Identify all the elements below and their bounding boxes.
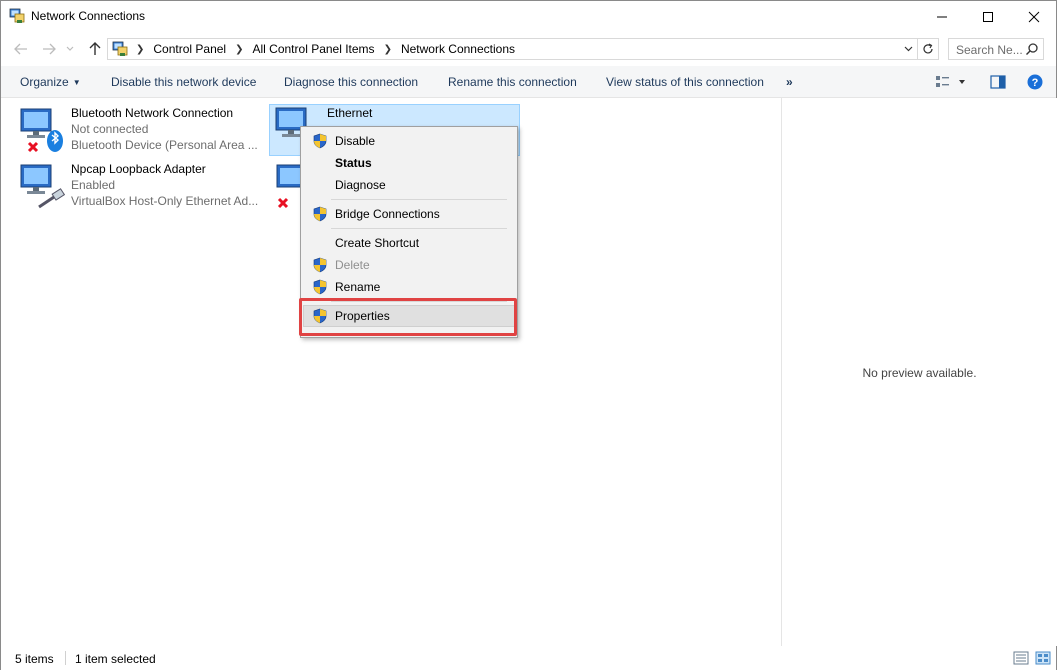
menu-label: Delete: [335, 258, 370, 272]
refresh-icon: [923, 43, 933, 54]
menu-separator: [331, 228, 507, 229]
address-dropdown[interactable]: [901, 42, 915, 56]
search-icon: [1026, 43, 1038, 55]
disable-device-button[interactable]: Disable this network device: [111, 75, 256, 89]
network-adapter-loopback-icon: [20, 164, 65, 209]
menu-item-status[interactable]: Status: [303, 152, 515, 174]
diagnose-connection-button[interactable]: Diagnose this connection: [284, 75, 418, 89]
menu-label: Status: [335, 156, 372, 170]
breadcrumb-control-panel[interactable]: Control Panel: [153, 42, 226, 56]
search-placeholder: Search Ne...: [956, 43, 1023, 57]
organize-button[interactable]: Organize ▼: [20, 75, 81, 89]
menu-separator: [331, 199, 507, 200]
uac-shield-icon: [313, 279, 327, 295]
chevron-down-icon: [66, 46, 74, 51]
menu-item-diagnose[interactable]: Diagnose: [303, 174, 515, 196]
network-connections-icon: [9, 8, 25, 23]
view-options-icon: [936, 76, 965, 87]
details-view-icon[interactable]: [1013, 650, 1029, 666]
item-name: Npcap Loopback Adapter: [71, 162, 206, 176]
more-commands-button[interactable]: »: [786, 75, 793, 89]
title-bar: Network Connections: [1, 1, 1056, 32]
up-button[interactable]: [85, 40, 105, 58]
menu-label: Disable: [335, 134, 376, 148]
control-panel-icon: [112, 41, 128, 56]
breadcrumb-chevron-icon[interactable]: ❯: [235, 44, 243, 55]
breadcrumb-network-connections[interactable]: Network Connections: [401, 42, 515, 56]
large-icons-view-icon[interactable]: [1035, 650, 1051, 666]
up-arrow-icon: [89, 42, 101, 55]
list-item-hidden[interactable]: [269, 161, 308, 213]
status-bar: 5 items 1 item selected: [1, 646, 1056, 670]
close-button[interactable]: [1011, 1, 1057, 32]
back-arrow-icon: [14, 43, 27, 55]
item-count: 5 items: [15, 652, 54, 666]
forward-arrow-icon: [43, 43, 56, 55]
menu-item-delete[interactable]: Delete: [303, 254, 515, 276]
menu-item-disable[interactable]: Disable: [303, 130, 515, 152]
item-status: Not connected: [71, 122, 149, 136]
menu-label: Create Shortcut: [335, 236, 420, 250]
highlight-box: [299, 298, 517, 336]
list-item-bluetooth[interactable]: Bluetooth Network Connection Not connect…: [17, 105, 267, 157]
forward-button[interactable]: [39, 40, 59, 58]
view-status-button[interactable]: View status of this connection: [606, 75, 764, 89]
navigation-bar: ❯ Control Panel ❯ All Control Panel Item…: [1, 34, 1056, 64]
organize-label: Organize: [20, 75, 69, 89]
back-button[interactable]: [11, 40, 31, 58]
maximize-icon: [983, 11, 993, 22]
breadcrumb-chevron-icon[interactable]: ❯: [384, 44, 392, 55]
svg-text:?: ?: [1032, 77, 1039, 89]
menu-item-create-shortcut[interactable]: Create Shortcut: [303, 232, 515, 254]
command-bar: Organize ▼ Disable this network device Di…: [1, 66, 1056, 98]
item-name: Ethernet: [327, 106, 373, 120]
status-divider: [65, 651, 66, 665]
list-item-npcap[interactable]: Npcap Loopback Adapter Enabled VirtualBo…: [17, 161, 267, 213]
refresh-button[interactable]: [918, 38, 939, 60]
breadcrumb-chevron-icon[interactable]: ❯: [136, 44, 144, 55]
uac-shield-icon: [313, 257, 327, 273]
preview-pane-button[interactable]: [988, 73, 1008, 91]
uac-shield-icon: [313, 206, 327, 222]
menu-label: Rename: [335, 280, 381, 294]
breadcrumb: ❯ Control Panel ❯ All Control Panel Item…: [133, 42, 515, 56]
search-box[interactable]: Search Ne...: [948, 38, 1044, 60]
network-adapter-bluetooth-icon: [20, 108, 63, 153]
breadcrumb-all-items[interactable]: All Control Panel Items: [253, 42, 375, 56]
item-name: Bluetooth Network Connection: [71, 106, 234, 120]
network-connections-window: Network Connections ❯ Control Panel ❯ Al…: [0, 0, 1057, 670]
window-title: Network Connections: [31, 9, 146, 23]
caret-down-icon: ▼: [72, 78, 81, 87]
uac-shield-icon: [313, 133, 327, 149]
address-bar[interactable]: ❯ Control Panel ❯ All Control Panel Item…: [107, 38, 918, 60]
help-button[interactable]: ?: [1025, 73, 1045, 91]
selection-count: 1 item selected: [75, 652, 156, 666]
chevron-down-icon: [904, 46, 912, 52]
maximize-button[interactable]: [965, 1, 1011, 32]
preview-pane-icon: [990, 75, 1006, 89]
preview-pane: No preview available.: [781, 98, 1057, 646]
minimize-button[interactable]: [919, 1, 965, 32]
item-status: Enabled: [71, 178, 116, 192]
close-icon: [1028, 11, 1040, 22]
menu-label: Bridge Connections: [335, 207, 440, 221]
menu-item-rename[interactable]: Rename: [303, 276, 515, 298]
menu-label: Diagnose: [335, 178, 386, 192]
help-icon: ?: [1027, 74, 1043, 90]
preview-message: No preview available.: [862, 366, 977, 380]
minimize-icon: [937, 16, 947, 17]
item-device: VirtualBox Host-Only Ethernet Ad...: [71, 194, 259, 208]
item-device: Bluetooth Device (Personal Area ...: [71, 138, 258, 152]
rename-connection-button[interactable]: Rename this connection: [448, 75, 577, 89]
change-view-button[interactable]: [934, 73, 966, 91]
menu-item-bridge[interactable]: Bridge Connections: [303, 203, 515, 225]
recent-locations-dropdown[interactable]: [63, 40, 77, 58]
